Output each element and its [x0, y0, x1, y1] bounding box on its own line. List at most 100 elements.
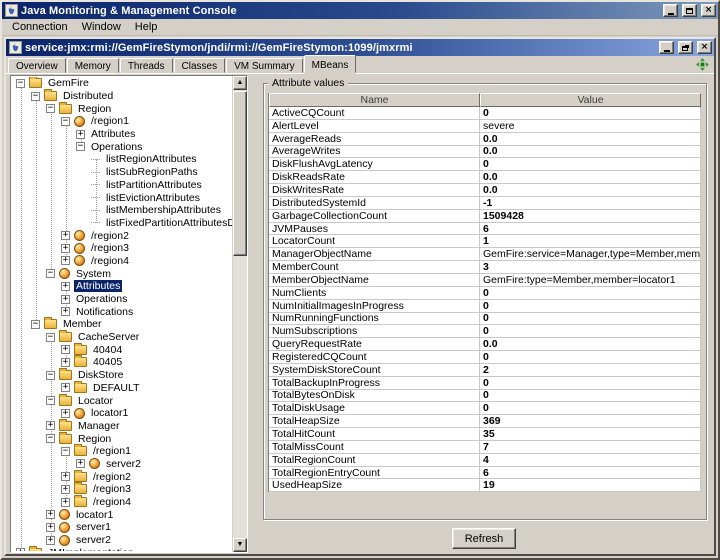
tree-label[interactable]: Locator: [76, 395, 115, 407]
tree-label[interactable]: /region3: [89, 242, 131, 254]
tree-node-region4[interactable]: + /region4: [12, 496, 232, 509]
attr-name[interactable]: TotalHitCount: [269, 428, 480, 440]
attr-row-GarbageCollectionCount[interactable]: GarbageCollectionCount1509428: [269, 210, 701, 223]
scroll-up-icon[interactable]: ▲: [233, 76, 247, 90]
attr-name[interactable]: AverageReads: [269, 133, 480, 145]
attr-value[interactable]: 3: [480, 261, 701, 273]
attr-row-NumRunningFunctions[interactable]: NumRunningFunctions0: [269, 313, 701, 326]
expand-icon[interactable]: +: [61, 358, 70, 367]
tree-label[interactable]: listSubRegionPaths: [104, 166, 200, 178]
tree-node-region1[interactable]: − /region1: [12, 115, 232, 128]
expand-icon[interactable]: +: [61, 498, 70, 507]
tree-label[interactable]: Attributes: [89, 128, 137, 140]
attr-name[interactable]: SystemDiskStoreCount: [269, 364, 480, 376]
attr-name[interactable]: ActiveCQCount: [269, 107, 480, 119]
attr-name[interactable]: AlertLevel: [269, 120, 480, 132]
attr-name[interactable]: DiskWritesRate: [269, 184, 480, 196]
attr-name[interactable]: RegisteredCQCount: [269, 351, 480, 363]
attr-value[interactable]: 4: [480, 454, 701, 466]
attr-value[interactable]: 2: [480, 364, 701, 376]
close-button[interactable]: ×: [701, 4, 716, 17]
tree-label[interactable]: DEFAULT: [91, 382, 141, 394]
tree-node-listsubregionpaths[interactable]: listSubRegionPaths: [12, 166, 232, 179]
attr-value[interactable]: -1: [480, 197, 701, 209]
expand-icon[interactable]: +: [61, 244, 70, 253]
attr-name[interactable]: NumInitialImagesInProgress: [269, 300, 480, 312]
tree-node-server1[interactable]: +server1: [12, 521, 232, 534]
tree-node-region3[interactable]: +/region3: [12, 483, 232, 496]
attr-value[interactable]: 1509428: [480, 210, 701, 222]
attr-row-TotalBytesOnDisk[interactable]: TotalBytesOnDisk0: [269, 390, 701, 403]
attr-name[interactable]: MemberCount: [269, 261, 480, 273]
tab-memory[interactable]: Memory: [67, 58, 119, 73]
column-header-value[interactable]: Value: [480, 93, 701, 107]
tree-label[interactable]: System: [74, 268, 113, 280]
attr-value[interactable]: 0: [480, 287, 701, 299]
connection-titlebar[interactable]: service:jmx:rmi://GemFireStymon/jndi/rmi…: [6, 39, 714, 56]
attr-name[interactable]: QueryRequestRate: [269, 338, 480, 350]
tree-node-notifications[interactable]: +Notifications: [12, 305, 232, 318]
tree-label[interactable]: 40404: [91, 344, 124, 356]
attr-row-RegisteredCQCount[interactable]: RegisteredCQCount0: [269, 351, 701, 364]
expand-icon[interactable]: +: [16, 548, 25, 551]
expand-icon[interactable]: +: [61, 256, 70, 265]
tree-label[interactable]: CacheServer: [76, 331, 141, 343]
collapse-icon[interactable]: −: [31, 92, 40, 101]
expand-icon[interactable]: +: [61, 485, 70, 494]
attr-value[interactable]: GemFire:type=Member,member=locator1: [480, 274, 701, 286]
menu-help[interactable]: Help: [130, 19, 167, 36]
attr-name[interactable]: TotalBytesOnDisk: [269, 390, 480, 402]
attr-row-TotalRegionCount[interactable]: TotalRegionCount4: [269, 454, 701, 467]
minimize-button[interactable]: [663, 4, 678, 17]
attr-name[interactable]: LocatorCount: [269, 235, 480, 247]
tree-scrollbar[interactable]: ▲ ▼: [232, 76, 247, 552]
collapse-icon[interactable]: −: [61, 447, 70, 456]
collapse-icon[interactable]: −: [16, 79, 25, 88]
attr-value[interactable]: 0: [480, 351, 701, 363]
tree-node-distributed[interactable]: −Distributed: [12, 90, 232, 103]
tree-label[interactable]: DiskStore: [76, 369, 126, 381]
tree-node-locator1[interactable]: +locator1: [12, 508, 232, 521]
tree-node-jmimplementation[interactable]: + JMImplementation: [12, 546, 232, 551]
tree-node-member[interactable]: −Member: [12, 318, 232, 331]
attr-row-MemberObjectName[interactable]: MemberObjectNameGemFire:type=Member,memb…: [269, 274, 701, 287]
attr-row-DiskFlushAvgLatency[interactable]: DiskFlushAvgLatency0: [269, 158, 701, 171]
scrollbar-thumb[interactable]: [233, 91, 247, 256]
expand-icon[interactable]: +: [46, 536, 55, 545]
tree-label[interactable]: Notifications: [74, 306, 135, 318]
tree-node-diskstore[interactable]: − DiskStore: [12, 369, 232, 382]
tree-label[interactable]: /region1: [89, 115, 131, 127]
tree-label[interactable]: Manager: [76, 420, 121, 432]
tree-label[interactable]: /region4: [91, 496, 133, 508]
attr-name[interactable]: TotalDiskUsage: [269, 402, 480, 414]
expand-icon[interactable]: +: [46, 421, 55, 430]
attr-name[interactable]: NumRunningFunctions: [269, 313, 480, 325]
tree-node-locator[interactable]: −Locator: [12, 394, 232, 407]
menu-window[interactable]: Window: [77, 19, 130, 36]
attr-row-SystemDiskStoreCount[interactable]: SystemDiskStoreCount2: [269, 364, 701, 377]
tree-node-system[interactable]: −System: [12, 267, 232, 280]
tree-node-region2[interactable]: +/region2: [12, 470, 232, 483]
tree-label[interactable]: GemFire: [46, 77, 91, 89]
tree-label[interactable]: locator1: [74, 509, 115, 521]
tree-node-attributes[interactable]: +Attributes: [12, 280, 232, 293]
attr-row-TotalHeapSize[interactable]: TotalHeapSize369: [269, 415, 701, 428]
attr-value[interactable]: 7: [480, 441, 701, 453]
collapse-icon[interactable]: −: [46, 371, 55, 380]
collapse-icon[interactable]: −: [61, 117, 70, 126]
attr-value[interactable]: 35: [480, 428, 701, 440]
refresh-button[interactable]: Refresh: [452, 528, 516, 549]
attr-name[interactable]: UsedHeapSize: [269, 479, 480, 491]
main-titlebar[interactable]: Java Monitoring & Management Console ×: [2, 2, 718, 19]
close-button[interactable]: ×: [697, 41, 712, 54]
attr-name[interactable]: TotalRegionCount: [269, 454, 480, 466]
tree-node-40405[interactable]: +40405: [12, 356, 232, 369]
tree-label[interactable]: listPartitionAttributes: [104, 179, 204, 191]
attr-value[interactable]: 0: [480, 402, 701, 414]
tree-label[interactable]: JMImplementation: [46, 547, 136, 551]
attr-value[interactable]: GemFire:service=Manager,type=Member,memb…: [480, 248, 701, 260]
attr-value[interactable]: 0.0: [480, 171, 701, 183]
expand-icon[interactable]: +: [61, 472, 70, 481]
tree-node-default[interactable]: +DEFAULT: [12, 382, 232, 395]
attr-name[interactable]: NumSubscriptions: [269, 325, 480, 337]
